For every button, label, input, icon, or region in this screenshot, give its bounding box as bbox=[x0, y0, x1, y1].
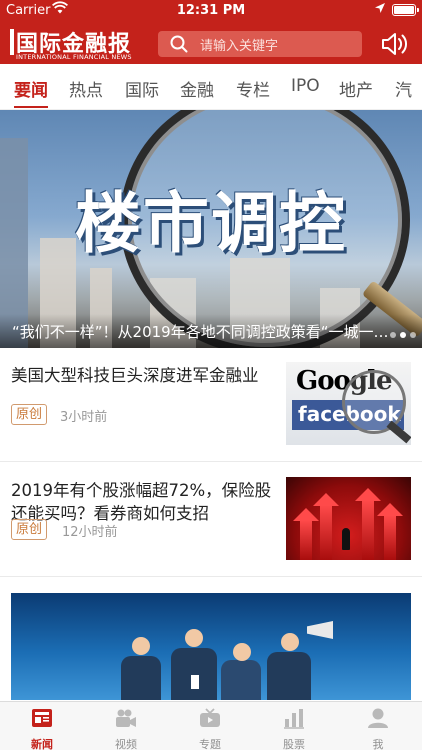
tabbar-label: 我 bbox=[372, 738, 384, 750]
figure-head bbox=[233, 643, 251, 661]
news-item[interactable]: 2019年有个股涨幅超72%，保险股还能买吗？看券商如何支招 原创 12小时前 bbox=[0, 463, 422, 577]
figure-head bbox=[132, 637, 150, 655]
news-thumbnail: Google facebook bbox=[286, 362, 411, 445]
news-thumbnail bbox=[286, 477, 411, 560]
news-title: 美国大型科技巨头深度进军金融业 bbox=[11, 366, 259, 385]
feature-image[interactable] bbox=[11, 593, 411, 700]
news-time: 3小时前 bbox=[60, 410, 108, 425]
speaker-icon[interactable] bbox=[380, 31, 408, 57]
banner-caption: “我们不一样”！从2019年各地不同调控政策看“一城一策” bbox=[12, 323, 392, 341]
rising-arrow bbox=[293, 508, 319, 560]
bar-chart-icon bbox=[284, 709, 304, 729]
logo-subtitle: INTERNATIONAL FINANCIAL NEWS bbox=[16, 53, 132, 61]
figure-head bbox=[281, 633, 299, 651]
tabbar-label: 专题 bbox=[199, 738, 221, 750]
person-silhouette bbox=[342, 528, 350, 550]
figure-body bbox=[121, 656, 161, 700]
carousel-dot[interactable] bbox=[390, 332, 396, 338]
tabbar-me[interactable]: 我 bbox=[336, 702, 420, 750]
figure-head bbox=[185, 629, 203, 647]
tab-active-indicator bbox=[14, 106, 48, 108]
headline-banner[interactable]: 楼市调控 “我们不一样”！从2019年各地不同调控政策看“一城一策” bbox=[0, 110, 422, 348]
location-arrow-icon bbox=[374, 2, 386, 18]
tv-icon bbox=[200, 708, 220, 727]
news-title: 2019年有个股涨幅超72%，保险股还能买吗？看券商如何支招 bbox=[11, 481, 272, 523]
carousel-dot-active[interactable] bbox=[400, 332, 406, 338]
news-time: 12小时前 bbox=[62, 525, 118, 540]
tabbar-topics[interactable]: 专题 bbox=[168, 702, 252, 750]
banner-image-text: 楼市调控 bbox=[75, 185, 347, 262]
tab-guoji[interactable]: 国际 bbox=[125, 76, 159, 101]
carousel-dots bbox=[390, 332, 416, 338]
app-logo: 国际金融报 INTERNATIONAL FINANCIAL NEWS bbox=[10, 27, 144, 63]
app-screen: Carrier 12:31 PM 国际金融报 INTERNATIONAL FIN… bbox=[0, 0, 422, 750]
tab-dichan[interactable]: 地产 bbox=[339, 76, 373, 101]
video-camera-icon bbox=[116, 709, 136, 727]
original-badge: 原创 bbox=[11, 519, 48, 540]
megaphone-icon bbox=[307, 621, 333, 639]
tabbar-video[interactable]: 视频 bbox=[84, 702, 168, 750]
news-item[interactable]: 美国大型科技巨头深度进军金融业 原创 3小时前 Google facebook bbox=[0, 348, 422, 462]
tab-zhuanlan[interactable]: 专栏 bbox=[236, 76, 270, 101]
rising-arrow bbox=[377, 503, 403, 560]
figure-body bbox=[221, 660, 261, 700]
tab-yaowen[interactable]: 要闻 bbox=[14, 76, 48, 101]
figure-shirt bbox=[191, 675, 199, 689]
search-icon bbox=[170, 35, 188, 53]
tab-qiche[interactable]: 汽 bbox=[395, 76, 412, 101]
tabbar-label: 新闻 bbox=[31, 738, 53, 750]
status-time: 12:31 PM bbox=[176, 3, 246, 18]
battery-icon bbox=[392, 4, 419, 16]
tabbar-stocks[interactable]: 股票 bbox=[252, 702, 336, 750]
search-bar[interactable]: 请输入关键字 bbox=[158, 31, 362, 57]
category-tabs: 要闻 热点 国际 金融 专栏 IPO 地产 汽 bbox=[0, 64, 422, 110]
newspaper-icon bbox=[32, 709, 52, 727]
bottom-tab-bar: 新闻 视频 专题 股票 我 bbox=[0, 701, 422, 750]
figure-body bbox=[267, 652, 311, 700]
rising-arrow bbox=[355, 488, 381, 560]
header-bar: Carrier 12:31 PM 国际金融报 INTERNATIONAL FIN… bbox=[0, 0, 422, 64]
rising-arrow bbox=[313, 493, 339, 560]
original-badge: 原创 bbox=[11, 404, 48, 425]
tab-ipo[interactable]: IPO bbox=[291, 76, 320, 96]
tabbar-label: 视频 bbox=[115, 738, 137, 750]
tab-jinrong[interactable]: 金融 bbox=[180, 76, 214, 101]
figure-body bbox=[171, 648, 217, 700]
search-placeholder: 请输入关键字 bbox=[200, 38, 279, 54]
status-bar: Carrier 12:31 PM bbox=[0, 0, 422, 20]
tabbar-label: 股票 bbox=[283, 738, 305, 750]
carousel-dot[interactable] bbox=[410, 332, 416, 338]
logo-mark bbox=[10, 29, 14, 55]
user-icon bbox=[368, 708, 388, 728]
tab-redian[interactable]: 热点 bbox=[69, 76, 103, 101]
tabbar-news[interactable]: 新闻 bbox=[0, 702, 84, 750]
